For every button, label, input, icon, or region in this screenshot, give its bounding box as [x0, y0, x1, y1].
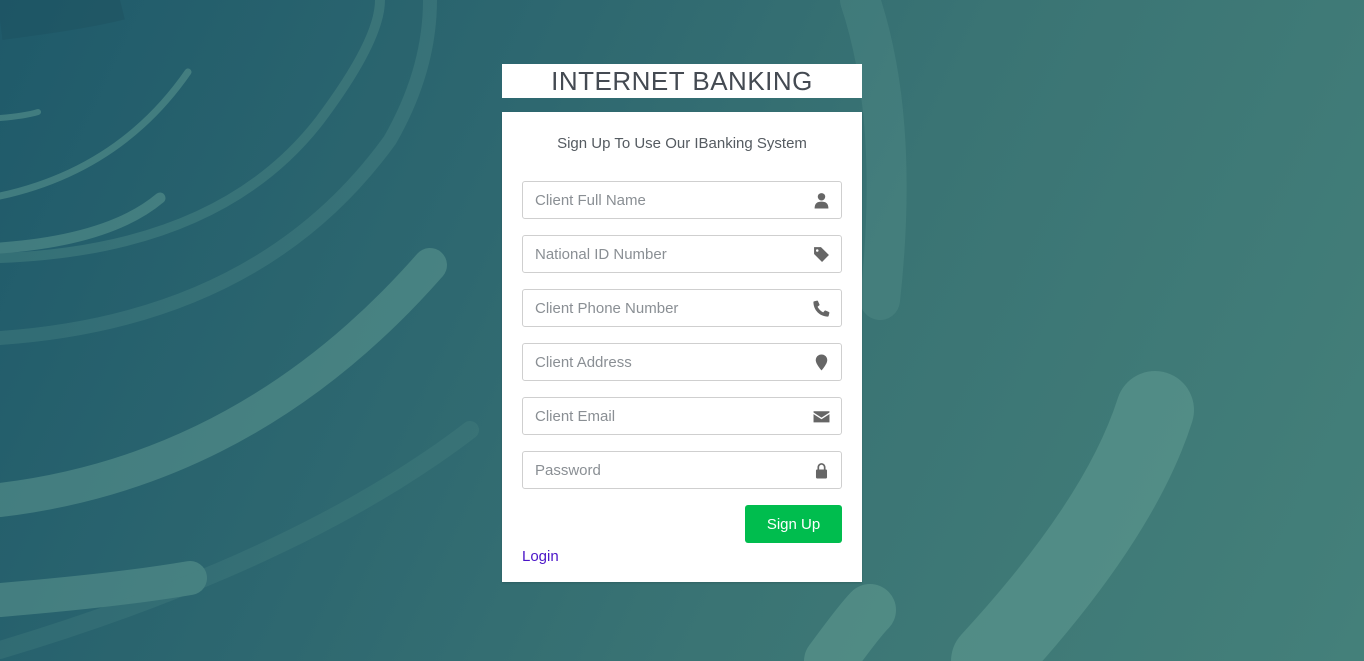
signup-form: Sign Up — [522, 181, 842, 543]
email-field — [522, 397, 842, 435]
address-field — [522, 343, 842, 381]
phone-field — [522, 289, 842, 327]
full-name-field — [522, 181, 842, 219]
signup-card: Sign Up To Use Our IBanking System Clien… — [502, 112, 862, 582]
national-id-field — [522, 235, 842, 273]
phone-icon — [812, 299, 830, 317]
full-name-input[interactable] — [522, 181, 842, 219]
envelope-icon — [812, 407, 830, 425]
user-icon — [812, 191, 830, 209]
password-input[interactable] — [522, 451, 842, 489]
email-input[interactable] — [522, 397, 842, 435]
national-id-input[interactable] — [522, 235, 842, 273]
form-actions: Sign Up — [522, 505, 842, 543]
map-marker-icon — [812, 353, 830, 371]
address-input[interactable] — [522, 343, 842, 381]
lock-icon — [812, 461, 830, 479]
brand-header: INTERNET BANKING — [502, 64, 862, 98]
phone-input[interactable] — [522, 289, 842, 327]
login-link[interactable]: Login — [522, 548, 559, 565]
signup-message: Sign Up To Use Our IBanking System — [557, 135, 807, 152]
sign-up-button[interactable]: Sign Up — [745, 505, 842, 543]
password-field — [522, 451, 842, 489]
tag-icon — [812, 245, 830, 263]
app-title: INTERNET BANKING — [551, 66, 813, 96]
